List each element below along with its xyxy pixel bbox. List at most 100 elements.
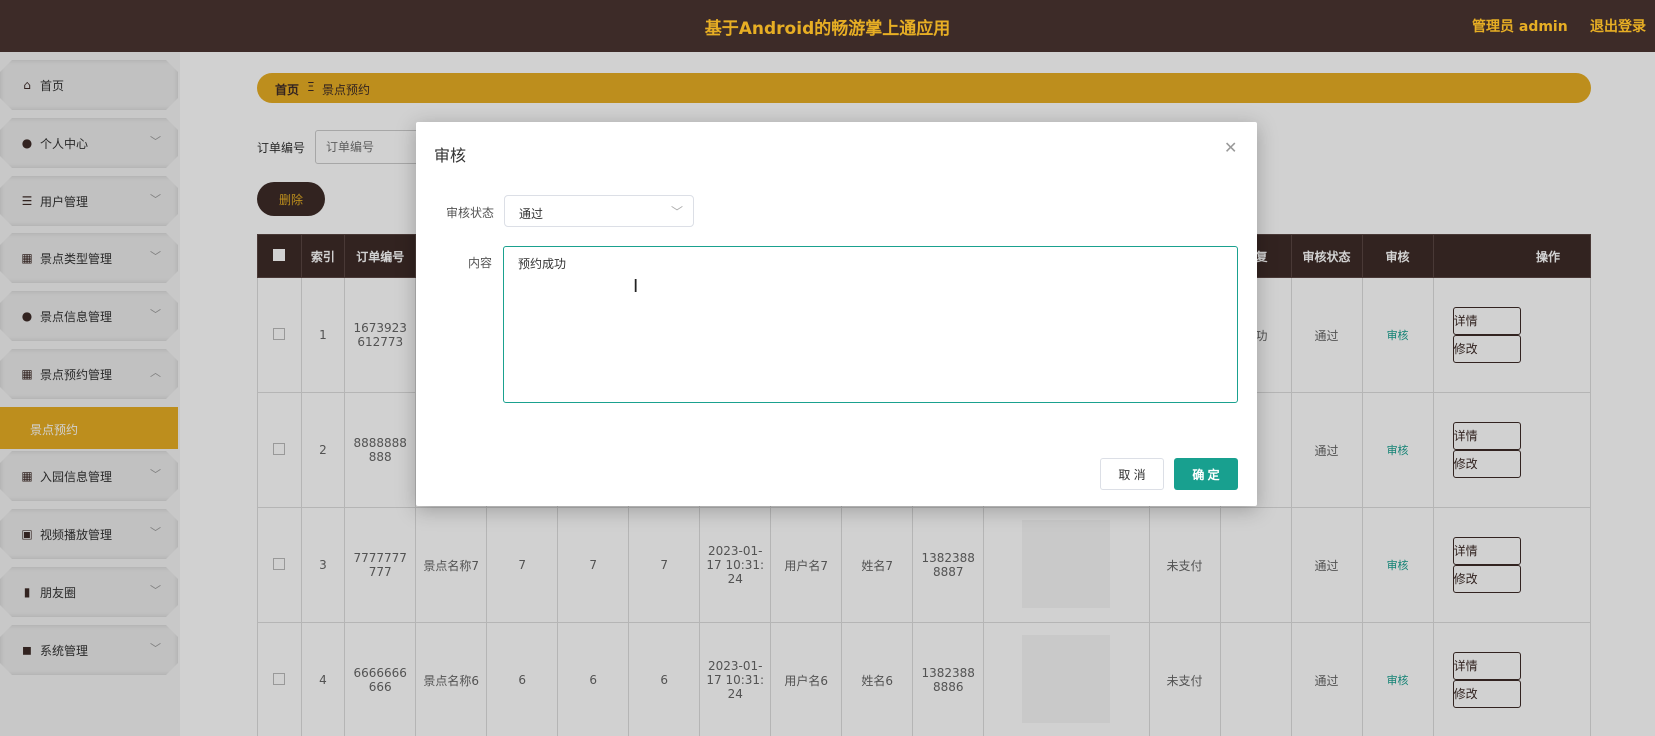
breadcrumb-home[interactable]: 首页: [275, 81, 299, 98]
row-checkbox[interactable]: [273, 672, 286, 685]
chevron-icon: ﹀: [150, 135, 161, 148]
row-checkbox-cell[interactable]: [257, 392, 302, 508]
sidebar-item-label: 入园信息管理: [40, 470, 113, 484]
close-icon[interactable]: ✕: [1224, 138, 1237, 157]
row-checkbox[interactable]: [273, 327, 286, 340]
actions-cell: 详情修改: [1432, 392, 1591, 508]
detail-button[interactable]: 详情: [1452, 422, 1521, 450]
table-cell-status: 通过: [1290, 622, 1363, 736]
sidebar-item[interactable]: ● 个人中心 ﹀: [0, 118, 178, 168]
table-header-cell: 订单编号: [344, 234, 417, 278]
content-textarea[interactable]: 预约成功: [503, 246, 1238, 403]
chevron-icon: ﹀: [150, 193, 161, 206]
table-cell-name: 景点名称7: [415, 507, 488, 623]
chevron-icon: ﹀: [150, 642, 161, 655]
admin-label: 管理员 admin: [1472, 19, 1568, 35]
thumbnail-image: [1022, 634, 1111, 723]
breadcrumb-separator-icon: Ξ: [307, 80, 315, 94]
audit-link-cell: 审核: [1361, 507, 1434, 623]
table-cell-reply: [1219, 622, 1292, 736]
detail-button[interactable]: 详情: [1452, 652, 1521, 680]
audit-link-cell: 审核: [1361, 277, 1434, 393]
list-icon: ☰: [21, 194, 33, 208]
table-cell-reply: [1219, 507, 1292, 623]
table-cell-order: 6666666666: [344, 622, 417, 736]
detail-button[interactable]: 详情: [1452, 537, 1521, 565]
sidebar-item[interactable]: ▦ 景点预约管理 ︿: [0, 349, 178, 399]
audit-link[interactable]: 审核: [1387, 329, 1409, 342]
logout-link[interactable]: 退出登录: [1590, 16, 1646, 36]
sidebar-item-label: 用户管理: [40, 195, 89, 209]
sidebar-item[interactable]: ⌂ 首页: [0, 60, 178, 110]
order-number-search-input[interactable]: [315, 130, 425, 164]
table-cell-pay: 未支付: [1148, 507, 1221, 623]
sidebar-item-label: 个人中心: [40, 137, 89, 151]
search-label: 订单编号: [257, 141, 306, 155]
sidebar-item-label: 朋友圈: [40, 586, 77, 600]
audit-link-cell: 审核: [1361, 392, 1434, 508]
actions-cell: 详情修改: [1432, 622, 1591, 736]
sidebar-item[interactable]: ▦ 入园信息管理 ﹀: [0, 451, 178, 501]
audit-link[interactable]: 审核: [1387, 674, 1409, 687]
sidebar-item[interactable]: ▣ 视频播放管理 ﹀: [0, 509, 178, 559]
delete-button[interactable]: 删除: [257, 182, 325, 216]
audit-link[interactable]: 审核: [1387, 444, 1409, 457]
actions-cell: 详情修改: [1432, 277, 1591, 393]
status-label: 审核状态: [446, 206, 495, 220]
chevron-down-icon: ﹀: [671, 205, 684, 219]
row-checkbox-cell[interactable]: [257, 507, 302, 623]
table-cell-user: 用户名7: [770, 507, 843, 623]
table-cell-phone: 13823888886: [912, 622, 985, 736]
chevron-icon: ︿: [150, 366, 161, 379]
actions-cell: 详情修改: [1432, 507, 1591, 623]
user-icon: ●: [21, 136, 33, 150]
trash-icon: ▣: [21, 527, 33, 541]
app-title: 基于Android的畅游掌上通应用: [704, 19, 951, 39]
row-checkbox[interactable]: [273, 557, 286, 570]
sidebar-item[interactable]: ☰ 用户管理 ﹀: [0, 176, 178, 226]
select-all-checkbox-cell[interactable]: [257, 234, 302, 278]
camera-icon: ◼: [22, 643, 32, 657]
table-cell-idx: 2: [300, 392, 346, 508]
status-select[interactable]: 通过 ﹀: [504, 195, 694, 227]
confirm-button[interactable]: 确 定: [1174, 458, 1238, 490]
table-cell-c3: 6: [628, 622, 701, 736]
table-cell-real: 姓名6: [841, 622, 914, 736]
edit-button[interactable]: 修改: [1452, 450, 1521, 478]
table-cell-idx: 1: [300, 277, 346, 393]
audit-dialog: 审核 ✕ 审核状态 通过 ﹀ 内容 预约成功 I 取 消 确 定: [416, 122, 1257, 506]
sidebar-subitem-active[interactable]: 景点预约: [0, 407, 178, 449]
sidebar-item-label: 景点预约管理: [40, 368, 113, 382]
chevron-icon: ﹀: [150, 308, 161, 321]
table-cell-time: 2023-01-17 10:31:24: [699, 507, 772, 623]
table-cell-idx: 3: [300, 507, 346, 623]
audit-link[interactable]: 审核: [1387, 559, 1409, 572]
table-cell-real: 姓名7: [841, 507, 914, 623]
chevron-icon: ﹀: [150, 526, 161, 539]
edit-button[interactable]: 修改: [1452, 565, 1521, 593]
sidebar-item[interactable]: ▮ 朋友圈 ﹀: [0, 567, 178, 617]
sidebar-item[interactable]: ● 景点信息管理 ﹀: [0, 291, 178, 341]
table-header-cell: 操作: [1432, 234, 1591, 278]
grid-icon: ▦: [21, 367, 33, 381]
sidebar-item[interactable]: ◼ 系统管理 ﹀: [0, 625, 178, 675]
row-checkbox-cell[interactable]: [257, 277, 302, 393]
table-header-cell: 审核状态: [1290, 234, 1363, 278]
table-cell-c1: 6: [486, 622, 559, 736]
sidebar-item-label: 景点信息管理: [40, 310, 113, 324]
chevron-icon: ﹀: [150, 468, 161, 481]
select-all-checkbox[interactable]: [273, 248, 286, 261]
detail-button[interactable]: 详情: [1452, 307, 1521, 335]
cancel-button[interactable]: 取 消: [1100, 458, 1164, 490]
sidebar-subitem-label: 景点预约: [30, 423, 79, 437]
bar-chart-icon: ▮: [23, 585, 31, 599]
thumbnail-image: [1022, 519, 1111, 608]
sidebar-item[interactable]: ▦ 景点类型管理 ﹀: [0, 233, 178, 283]
row-checkbox[interactable]: [273, 442, 286, 455]
table-cell-status: 通过: [1290, 392, 1363, 508]
table-cell-idx: 4: [300, 622, 346, 736]
grid-icon: ▦: [21, 251, 33, 265]
edit-button[interactable]: 修改: [1452, 335, 1521, 363]
row-checkbox-cell[interactable]: [257, 622, 302, 736]
edit-button[interactable]: 修改: [1452, 680, 1521, 708]
